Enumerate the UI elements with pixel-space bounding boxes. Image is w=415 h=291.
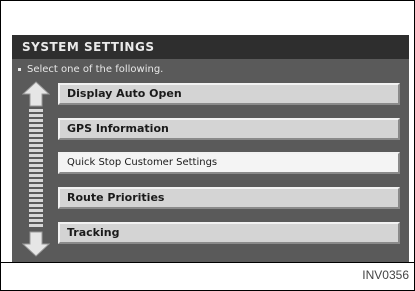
menu-item-route-priorities[interactable]: Route Priorities: [58, 187, 400, 209]
scroll-track[interactable]: [29, 109, 43, 229]
figure-caption: INV0356: [362, 268, 409, 282]
instruction-label: Select one of the following.: [27, 64, 164, 75]
menu-item-gps-information[interactable]: GPS Information: [58, 118, 400, 140]
arrow-down-icon[interactable]: [22, 231, 50, 257]
menu-item-quick-stop-customer-settings[interactable]: Quick Stop Customer Settings: [58, 152, 400, 174]
screen-title: SYSTEM SETTINGS: [12, 35, 409, 59]
arrow-up-icon[interactable]: [22, 81, 50, 107]
instruction-text: Select one of the following.: [18, 64, 163, 75]
menu-item-display-auto-open[interactable]: Display Auto Open: [58, 83, 400, 105]
scroll-bar[interactable]: [22, 81, 50, 257]
menu-item-tracking[interactable]: Tracking: [58, 222, 400, 244]
bullet-icon: [18, 67, 21, 71]
system-settings-screen: SYSTEM SETTINGS Select one of the follow…: [12, 35, 409, 262]
caption-divider: [0, 262, 415, 263]
